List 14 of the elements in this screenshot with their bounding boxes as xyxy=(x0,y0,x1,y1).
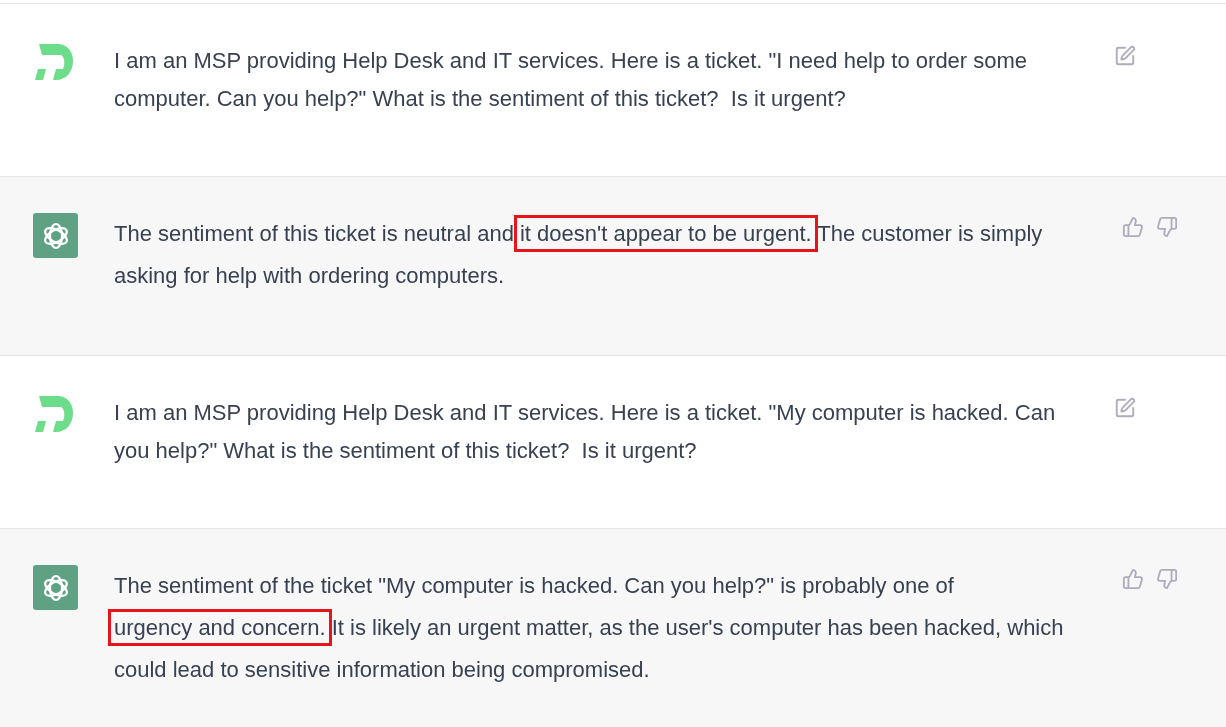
message-text: The sentiment of this ticket is neutral and it doesn't appear to be urgent. The customer is simply asking for help with ordering computers. xyxy=(106,205,1078,305)
edit-button[interactable] xyxy=(1114,44,1136,68)
message-text: The sentiment of the ticket "My computer is hacked. Can you help?" is probably one of urgency and concern. It is likely an urgent matter, as the user's computer has been hacked, which could lead to sensitive information being compromised. xyxy=(106,557,1078,699)
message-text: I am an MSP providing Help Desk and IT services. Here is a ticket. "My computer is hacked. Can you help?" What is the sentiment of this ticket? Is it urgent? xyxy=(113,399,1057,465)
assistant-avatar-icon xyxy=(33,565,78,610)
thumbs-down-button[interactable] xyxy=(1156,567,1178,591)
thumbs-up-button[interactable] xyxy=(1122,215,1144,239)
message-text: I am an MSP providing Help Desk and IT services. Here is a ticket. "I need help to order some computer. Can you help?" What is the sentiment of this ticket? Is it urgent? xyxy=(113,47,1029,113)
thumbs-up-button[interactable] xyxy=(1122,567,1144,591)
user-avatar-icon xyxy=(33,394,73,434)
assistant-avatar-icon xyxy=(33,213,78,258)
thumbs-down-button[interactable] xyxy=(1156,215,1178,239)
user-avatar-icon xyxy=(33,42,73,82)
edit-button[interactable] xyxy=(1114,396,1136,420)
